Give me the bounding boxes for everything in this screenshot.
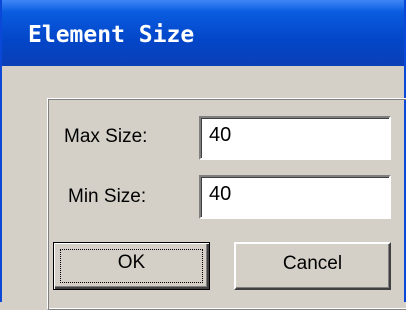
max-size-input[interactable]: 40	[199, 116, 391, 160]
max-size-label: Max Size:	[64, 126, 148, 147]
ok-button[interactable]: OK	[53, 242, 210, 290]
min-size-label: Min Size:	[68, 186, 147, 207]
window-title: Element Size	[28, 22, 195, 48]
cancel-button-label: Cancel	[282, 253, 343, 274]
cancel-button[interactable]: Cancel	[234, 242, 391, 290]
title-bar[interactable]: Element Size	[2, 0, 404, 66]
ok-button-label: OK	[117, 252, 146, 273]
dialog-body: Max Size: 40 Min Size: 40 OK Cancel	[2, 66, 406, 310]
element-size-dialog: Element Size Max Size: 40 Min Size: 40 O…	[0, 0, 406, 310]
min-size-input[interactable]: 40	[199, 175, 391, 219]
